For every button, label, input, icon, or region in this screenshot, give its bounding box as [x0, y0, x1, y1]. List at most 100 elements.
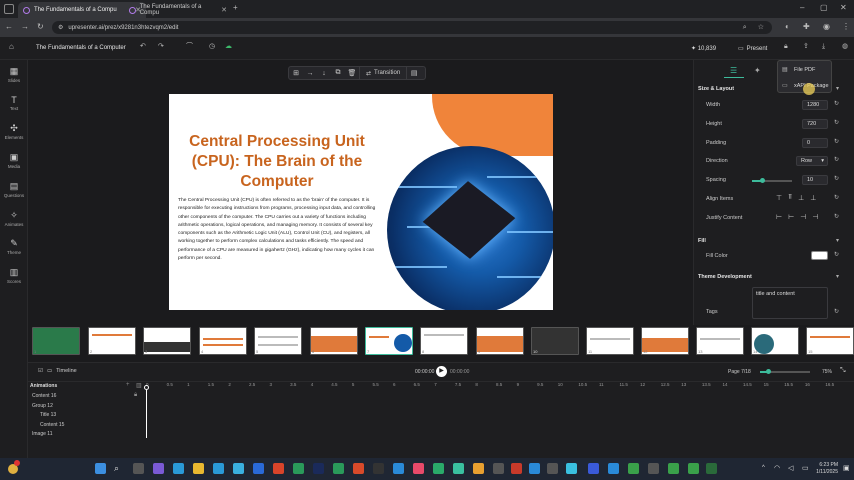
- terminal-icon[interactable]: [706, 463, 717, 474]
- height-input[interactable]: 720: [802, 119, 828, 129]
- sidebar-item-slides[interactable]: ▦ Slides: [0, 66, 28, 83]
- search-icon[interactable]: ⌕: [743, 24, 747, 31]
- slide-thumbnail[interactable]: 8: [420, 327, 468, 355]
- layer-row[interactable]: Image 11: [32, 431, 52, 437]
- site-info-icon[interactable]: ⚙: [58, 25, 63, 31]
- sidebar-item-text[interactable]: T Text: [0, 95, 28, 111]
- justify-start-icon[interactable]: ⊢: [776, 213, 782, 221]
- slide-thumbnail[interactable]: 12: [641, 327, 689, 355]
- lock-icon[interactable]: 🔒︎: [784, 43, 788, 50]
- layer-row[interactable]: Title 13: [40, 412, 56, 418]
- duplicate-icon[interactable]: ⧉: [331, 69, 345, 77]
- reset-icon[interactable]: ↻: [834, 309, 839, 315]
- share-icon[interactable]: ⇪: [803, 43, 809, 50]
- new-tab-icon[interactable]: +: [233, 4, 238, 12]
- lock-icon[interactable]: 🔒︎: [134, 392, 137, 399]
- back-icon[interactable]: ←: [5, 23, 13, 31]
- chrome-icon[interactable]: [628, 463, 639, 474]
- layer-row[interactable]: Content 15: [40, 422, 64, 428]
- notifications-icon[interactable]: ▣: [843, 464, 850, 472]
- browser-tab-2[interactable]: The Fundamentals of a Compu ✕: [124, 2, 232, 18]
- app-icon[interactable]: [511, 463, 522, 474]
- size-layout-heading[interactable]: Size & Layout: [698, 86, 734, 92]
- bookmark-star-icon[interactable]: ☆: [758, 24, 764, 31]
- reset-icon[interactable]: ↻: [834, 120, 839, 126]
- fill-color-swatch[interactable]: [811, 251, 828, 260]
- layer-row[interactable]: Content 16: [32, 393, 56, 399]
- close-tab-icon[interactable]: ✕: [221, 6, 227, 14]
- presentation-title[interactable]: The Fundamentals of a Computer: [36, 45, 126, 51]
- explorer-icon[interactable]: [193, 463, 204, 474]
- slide-thumbnail[interactable]: 15: [806, 327, 854, 355]
- align-middle-icon[interactable]: ⊥: [798, 194, 804, 202]
- undo-icon[interactable]: ↶: [140, 43, 146, 50]
- width-input[interactable]: 1280: [802, 100, 828, 110]
- slide-body-text[interactable]: The Central Processing Unit (CPU) is oft…: [178, 197, 380, 263]
- direction-select[interactable]: Row ▾: [796, 156, 828, 166]
- style-tab-icon[interactable]: ✦: [754, 66, 761, 75]
- reload-icon[interactable]: ↻: [37, 23, 44, 31]
- app-icon[interactable]: [153, 463, 164, 474]
- app-icon[interactable]: [668, 463, 679, 474]
- app-icon[interactable]: [493, 463, 504, 474]
- app-icon[interactable]: [233, 463, 244, 474]
- arrow-down-icon[interactable]: ↓: [317, 70, 331, 77]
- zoom-slider[interactable]: [760, 369, 810, 374]
- tab-actions-icon[interactable]: [4, 4, 14, 14]
- slide-thumbnail[interactable]: 1: [32, 327, 80, 355]
- slide-thumbnail[interactable]: 11: [586, 327, 634, 355]
- slide-thumbnail[interactable]: 6: [310, 327, 358, 355]
- padding-input[interactable]: 0: [802, 138, 828, 148]
- download-icon[interactable]: ⤓: [822, 43, 825, 50]
- present-button[interactable]: ▭ Present: [738, 45, 767, 53]
- wifi-icon[interactable]: ◠: [774, 464, 780, 472]
- slide-thumbnail[interactable]: 2: [88, 327, 136, 355]
- app-icon[interactable]: [588, 463, 599, 474]
- redo-icon[interactable]: ↷: [158, 43, 164, 50]
- profile-icon[interactable]: ◉: [823, 23, 830, 31]
- slide-thumbnail[interactable]: 4: [199, 327, 247, 355]
- sidebar-item-elements[interactable]: ✣ Elements: [0, 123, 28, 140]
- forward-icon[interactable]: →: [21, 23, 29, 31]
- app-icon[interactable]: [529, 463, 540, 474]
- sidebar-item-questions[interactable]: ▤ Questions: [0, 181, 28, 198]
- align-bottom-icon[interactable]: ⊥: [810, 194, 816, 202]
- start-icon[interactable]: [95, 463, 106, 474]
- sidebar-item-theme[interactable]: ✎ Theme: [0, 238, 28, 255]
- app-icon[interactable]: [213, 463, 224, 474]
- minimize-icon[interactable]: –: [800, 4, 804, 12]
- zoom-slider-handle[interactable]: [766, 369, 771, 374]
- play-icon[interactable]: ▶: [436, 366, 447, 377]
- battery-icon[interactable]: ▭: [802, 464, 809, 472]
- outlook-icon[interactable]: [253, 463, 264, 474]
- arrow-right-icon[interactable]: →: [303, 70, 317, 77]
- app-icon[interactable]: [413, 463, 424, 474]
- reset-icon[interactable]: ↻: [834, 139, 839, 145]
- align-center-icon[interactable]: ⫪: [788, 194, 792, 202]
- browser-menu-icon[interactable]: ⋮: [842, 23, 850, 31]
- app-icon[interactable]: [373, 463, 384, 474]
- orange-decor-shape[interactable]: [432, 94, 553, 156]
- tray-chevron-icon[interactable]: ^: [762, 465, 765, 471]
- transition-button[interactable]: ⇄ Transition: [359, 67, 408, 79]
- collapse-icon[interactable]: ▾: [836, 85, 839, 92]
- slide-thumbnail[interactable]: 5: [254, 327, 302, 355]
- photoshop-icon[interactable]: [313, 463, 324, 474]
- reset-icon[interactable]: ↻: [834, 176, 839, 182]
- fit-icon[interactable]: ⤡: [840, 367, 846, 375]
- powerpoint-icon[interactable]: [273, 463, 284, 474]
- justify-left-icon[interactable]: ⊢: [788, 213, 794, 221]
- reset-icon[interactable]: ↻: [834, 214, 839, 220]
- justify-end-icon[interactable]: ⊣: [812, 213, 818, 221]
- slide-thumbnail[interactable]: 13: [696, 327, 744, 355]
- export-pdf-item[interactable]: File PDF: [794, 67, 815, 73]
- add-icon[interactable]: +: [126, 382, 130, 388]
- extension-icon[interactable]: ◐: [785, 23, 790, 31]
- justify-center-icon[interactable]: ⊣: [800, 213, 806, 221]
- slide-canvas[interactable]: Central Processing Unit (CPU): The Brain…: [169, 94, 553, 310]
- layer-row[interactable]: Group 12: [32, 403, 53, 409]
- sidebar-item-animates[interactable]: ✧ Animates: [0, 210, 28, 227]
- timeline-toggle[interactable]: ☑ ▭ Timeline: [38, 368, 77, 374]
- app-icon[interactable]: [433, 463, 444, 474]
- clock-time[interactable]: 6:23 PM: [814, 462, 838, 468]
